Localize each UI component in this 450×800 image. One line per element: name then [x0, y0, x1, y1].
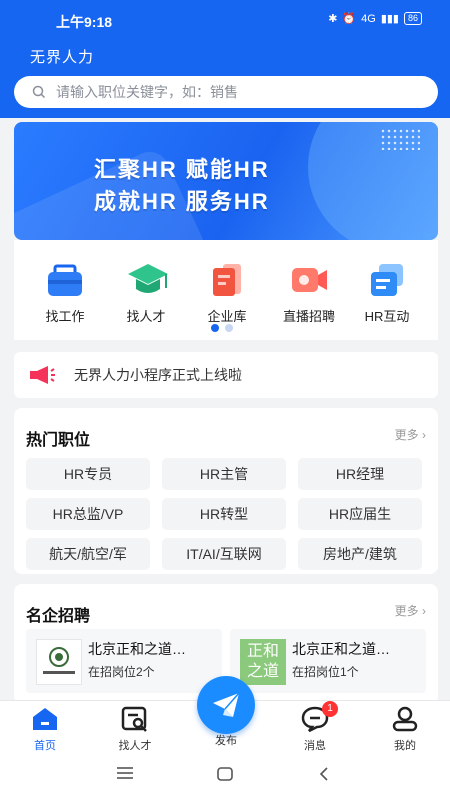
company-library-icon	[207, 260, 247, 300]
job-tag[interactable]: HR转型	[162, 498, 286, 530]
status-time: 上午9:18	[56, 14, 113, 30]
back-icon[interactable]	[318, 766, 330, 787]
chevron-right-icon: ›	[422, 428, 426, 442]
header: 上午9:18 ✱ ⏰ 4G ▮▮▮ 86 无界人力 请输入职位关键字，如：销售	[0, 0, 450, 118]
pager-dot-active[interactable]	[211, 324, 219, 332]
user-icon	[390, 705, 420, 733]
category-find-job[interactable]: 找工作	[30, 260, 100, 325]
tab-messages[interactable]: 1 消息	[280, 701, 350, 753]
home-icon	[30, 705, 60, 733]
message-badge: 1	[322, 701, 338, 717]
category-company-library[interactable]: 企业库	[192, 260, 262, 325]
app-title: 无界人力	[30, 49, 95, 66]
publish-button[interactable]	[197, 676, 255, 734]
search-input[interactable]: 请输入职位关键字，如：销售	[14, 76, 438, 108]
category-find-talent[interactable]: 找人才	[111, 260, 181, 325]
company-job-count: 在招岗位2个	[88, 665, 155, 679]
company-logo	[36, 639, 82, 685]
signal-icon: ▮▮▮	[380, 13, 399, 25]
tab-label: 找人才	[118, 740, 152, 752]
job-tag[interactable]: IT/AI/互联网	[162, 538, 286, 570]
tab-label: 首页	[34, 740, 56, 752]
chat-cards-icon	[367, 260, 407, 300]
system-nav-bar	[0, 752, 450, 800]
job-tag[interactable]: HR主管	[162, 458, 286, 490]
banner-line-1: 汇聚HR 赋能HR	[94, 157, 270, 182]
promo-banner[interactable]: 汇聚HR 赋能HR 成就HR 服务HR	[14, 122, 438, 240]
job-tag[interactable]: 房地产/建筑	[298, 538, 422, 570]
category-grid: 找工作 找人才 企业库 直播招聘 HR互动	[14, 240, 438, 340]
battery-icon: 86	[403, 12, 422, 25]
more-label: 更多	[394, 428, 419, 442]
publish-label: 发布	[215, 735, 237, 747]
category-label: 直播招聘	[282, 309, 335, 324]
search-icon	[32, 85, 46, 99]
briefcase-icon	[45, 260, 85, 300]
home-nav-icon[interactable]	[216, 766, 234, 787]
menu-icon[interactable]	[116, 766, 134, 785]
hot-jobs-card: 热门职位 更多 › HR专员 HR主管 HR经理 HR总监/VP HR转型 HR…	[14, 408, 438, 574]
bluetooth-icon: ✱	[328, 13, 338, 25]
job-tag[interactable]: HR经理	[298, 458, 422, 490]
category-pager[interactable]	[211, 324, 233, 332]
category-label: 找人才	[126, 309, 166, 324]
category-label: 找工作	[45, 309, 85, 324]
tab-label: 消息	[304, 740, 326, 752]
job-tag[interactable]: 航天/航空/军	[26, 538, 150, 570]
tab-home[interactable]: 首页	[10, 705, 80, 753]
tab-find-talent[interactable]: 找人才	[100, 705, 170, 753]
chevron-right-icon: ›	[422, 604, 426, 618]
status-icons: ✱ ⏰ 4G ▮▮▮ 86	[328, 12, 422, 25]
category-label: HR互动	[364, 309, 410, 324]
alarm-icon: ⏰	[342, 13, 357, 25]
company-name: 北京正和之道…	[292, 641, 390, 657]
notice-bar[interactable]: 无界人力小程序正式上线啦	[14, 352, 438, 398]
hot-jobs-tags: HR专员 HR主管 HR经理 HR总监/VP HR转型 HR应届生 航天/航空/…	[26, 458, 426, 570]
famous-more-link[interactable]: 更多 ›	[395, 602, 426, 619]
pager-dot[interactable]	[225, 324, 233, 332]
category-hr-interaction[interactable]: HR互动	[352, 260, 422, 325]
company-name: 北京正和之道…	[88, 641, 186, 657]
category-live-recruitment[interactable]: 直播招聘	[274, 260, 344, 325]
graduation-cap-icon	[126, 260, 168, 300]
message-icon: 1	[300, 701, 338, 733]
job-tag[interactable]: HR专员	[26, 458, 150, 490]
notice-text: 无界人力小程序正式上线啦	[74, 367, 242, 383]
paper-plane-icon	[213, 692, 240, 717]
search-placeholder: 请输入职位关键字，如：销售	[56, 84, 238, 100]
tab-mine[interactable]: 我的	[370, 705, 440, 753]
megaphone-icon	[30, 366, 55, 384]
banner-dots	[380, 128, 420, 150]
banner-line-2: 成就HR 服务HR	[94, 189, 270, 214]
talent-search-icon	[120, 705, 150, 733]
job-tag[interactable]: HR总监/VP	[26, 498, 150, 530]
hot-jobs-more-link[interactable]: 更多 ›	[395, 426, 426, 443]
video-camera-icon	[289, 260, 329, 300]
hot-jobs-title: 热门职位	[26, 432, 91, 449]
company-job-count: 在招岗位1个	[292, 665, 359, 679]
famous-companies-title: 名企招聘	[26, 608, 91, 625]
company-card[interactable]: 正和之道 北京正和之道… 在招岗位1个	[230, 629, 426, 693]
job-tag[interactable]: HR应届生	[298, 498, 422, 530]
tab-label: 我的	[394, 740, 416, 752]
company-card[interactable]: 北京正和之道… 在招岗位2个	[26, 629, 222, 693]
network-label: 4G	[361, 12, 376, 25]
status-bar: 上午9:18 ✱ ⏰ 4G ▮▮▮ 86	[0, 8, 450, 32]
more-label: 更多	[394, 604, 419, 618]
category-label: 企业库	[207, 309, 247, 324]
company-logo: 正和之道	[240, 639, 286, 685]
